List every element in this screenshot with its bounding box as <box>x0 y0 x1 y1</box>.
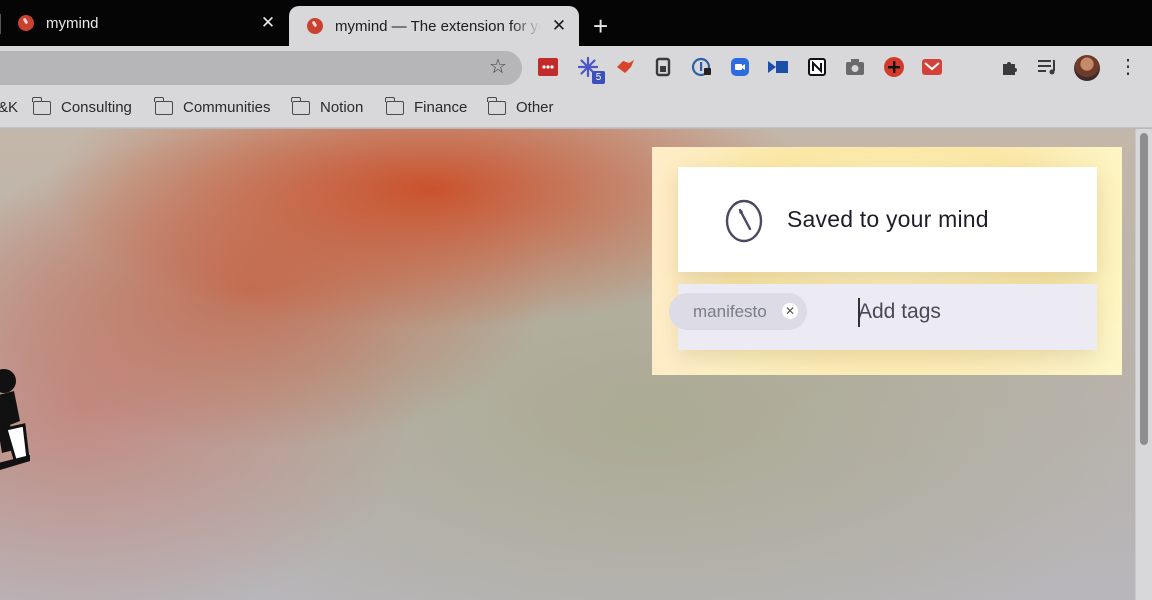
bookmark-communities[interactable]: Communities <box>154 96 271 116</box>
mymind-favicon-icon <box>18 15 34 31</box>
notion-icon[interactable] <box>806 56 828 78</box>
extension-badge: 5 <box>592 71 605 84</box>
folder-icon <box>385 96 404 115</box>
extensions-puzzle-icon[interactable] <box>999 56 1021 78</box>
bookmark-label: Finance <box>414 99 468 116</box>
saved-confirmation-card: Saved to your mind <box>678 167 1097 272</box>
folder-icon <box>32 96 51 115</box>
bookmark-notion[interactable]: Notion <box>291 96 364 116</box>
bookmarks-bar: &K Consulting Communities Notion Finance… <box>0 90 1152 128</box>
saved-message: Saved to your mind <box>787 206 989 232</box>
browser-toolbar: ☆ 5 <box>0 46 1152 90</box>
scrollbar-thumb[interactable] <box>1140 133 1148 445</box>
tab-strip: mymind ✕ mymind — The extension for your… <box>0 0 1152 46</box>
vertical-scrollbar[interactable] <box>1135 129 1152 600</box>
mail-icon[interactable] <box>921 56 943 78</box>
zoom-icon[interactable] <box>729 56 751 78</box>
bookmark-label: Communities <box>183 99 271 116</box>
folder-icon <box>154 96 173 115</box>
tab-mymind[interactable]: mymind ✕ <box>0 0 288 46</box>
lastpass-icon[interactable] <box>537 56 559 78</box>
tag-chip[interactable]: manifesto ✕ <box>669 293 807 330</box>
bookmark-label: Consulting <box>61 99 132 116</box>
new-tab-icon[interactable]: + <box>593 11 608 42</box>
remove-tag-icon[interactable]: ✕ <box>782 303 798 319</box>
readability-icon[interactable] <box>652 56 674 78</box>
tab-title: mymind — The extension for your mind <box>335 17 541 35</box>
tab-divider <box>0 14 1 34</box>
media-queue-icon[interactable] <box>1037 56 1059 78</box>
add-tags-input[interactable] <box>858 295 1078 329</box>
folder-icon <box>291 96 310 115</box>
mymind-favicon-icon <box>307 18 323 34</box>
close-tab-icon[interactable]: ✕ <box>258 13 278 33</box>
sparkle-extension-icon[interactable]: 5 <box>577 56 605 84</box>
mymind-popup: Saved to your mind manifesto ✕ <box>652 147 1122 375</box>
bookmark-label: Notion <box>320 99 364 116</box>
camera-icon[interactable] <box>844 56 866 78</box>
text-caret <box>858 298 860 327</box>
folder-icon <box>487 96 506 115</box>
bookmark-finance[interactable]: Finance <box>385 96 468 116</box>
bookmark-consulting[interactable]: Consulting <box>32 96 132 116</box>
figure-illustration <box>0 369 30 470</box>
close-tab-icon[interactable]: ✕ <box>549 16 569 36</box>
bookmark-star-icon[interactable]: ☆ <box>489 54 507 79</box>
add-red-icon[interactable] <box>883 56 905 78</box>
bookmark-truncated[interactable]: &K <box>0 99 18 116</box>
tag-label: manifesto <box>693 301 767 321</box>
tab-title: mymind <box>46 14 99 32</box>
bookmark-other[interactable]: Other <box>487 96 554 116</box>
browser-menu-icon[interactable]: ⋮ <box>1118 56 1138 78</box>
mymind-clock-icon <box>725 199 763 242</box>
address-bar[interactable] <box>0 51 522 85</box>
onepassword-icon[interactable] <box>691 56 713 78</box>
tab-mymind-extension[interactable]: mymind — The extension for your mind ✕ <box>289 6 579 46</box>
video-extension-icon[interactable] <box>767 56 789 78</box>
bookmark-label: Other <box>516 99 554 116</box>
profile-avatar[interactable] <box>1074 55 1100 81</box>
bird-extension-icon[interactable] <box>614 56 636 78</box>
